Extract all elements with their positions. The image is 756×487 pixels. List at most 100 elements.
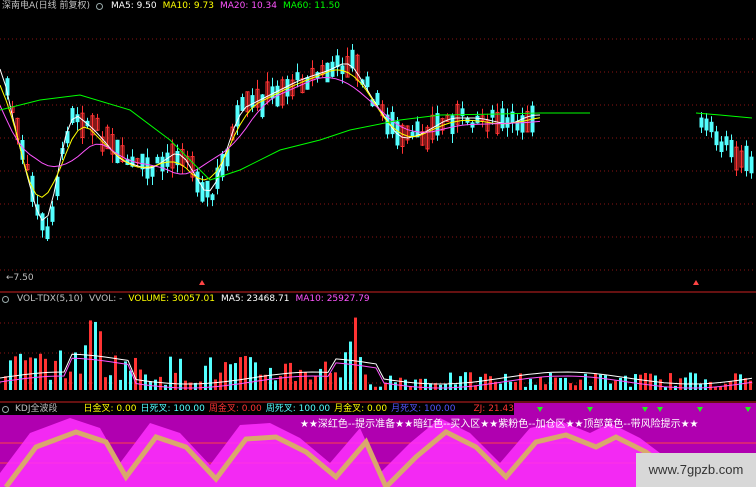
kdj-annotation: ★★深红色--提示准备★★暗红色--买入区★★紫粉色--加仓区★★顶部黄色--带…: [300, 419, 699, 430]
kdj-item-month-golden: 月金叉: 0.00: [334, 404, 388, 414]
volume-chart-pane[interactable]: VOL-TDX(5,10) VVOL: - VOLUME: 30057.01 M…: [0, 293, 756, 403]
volume-bar: [649, 373, 652, 390]
volume-bar: [404, 379, 407, 390]
vol-title: VOL-TDX(5,10): [17, 294, 84, 304]
volume-bar: [219, 372, 222, 390]
price-title: 深南电A(日线 前复权): [2, 1, 91, 11]
vol-ma5-value: MA5: 23468.71: [220, 294, 290, 304]
volume-bar: [574, 385, 577, 390]
volume-bar: [4, 376, 7, 390]
price-candle: [714, 131, 719, 146]
volume-bar: [634, 374, 637, 390]
volume-bar: [109, 375, 112, 390]
volume-bar: [59, 350, 62, 390]
volume-bar: [244, 355, 247, 390]
price-chart[interactable]: [0, 0, 756, 293]
price-candle: [295, 72, 300, 81]
price-candle: [724, 136, 729, 146]
volume-bar: [364, 374, 367, 390]
volume-bar: [604, 375, 607, 390]
indicator-toggle-icon[interactable]: [2, 296, 9, 303]
volume-bar: [414, 379, 417, 390]
price-candle: [699, 117, 704, 128]
indicator-toggle-icon[interactable]: [2, 405, 9, 413]
vol-ma5-line: [0, 353, 753, 385]
ma20-value: MA20: 10.34: [219, 1, 277, 11]
volume-chart[interactable]: [0, 293, 756, 403]
volume-bar: [739, 374, 742, 390]
volume-bar: [354, 317, 357, 390]
price-candle: [40, 213, 45, 231]
price-header: 深南电A(日线 前复权) MA5: 9.50 MA10: 9.73 MA20: …: [0, 0, 340, 13]
volume-bar: [399, 377, 402, 390]
price-candle: [75, 114, 80, 123]
volume-bar: [534, 384, 537, 390]
price-candle: [500, 108, 505, 129]
volume-bar: [579, 379, 582, 390]
volume-bar: [169, 356, 172, 390]
volume-bar: [184, 380, 187, 390]
volume-value: VOLUME: 30057.01: [128, 294, 215, 304]
volume-bar: [44, 358, 47, 390]
volume-bar: [619, 377, 622, 390]
volume-bar: [329, 372, 332, 390]
volume-bar: [124, 361, 127, 390]
volume-bar: [419, 378, 422, 390]
volume-bar: [499, 383, 502, 390]
volume-bar: [39, 353, 42, 390]
indicator-toggle-icon[interactable]: [96, 3, 104, 10]
volume-bar: [394, 382, 397, 390]
volume-bar: [629, 386, 632, 390]
volume-bar: [204, 365, 207, 390]
price-candle: [340, 65, 345, 75]
price-candle: [709, 121, 714, 133]
volume-bar: [509, 381, 512, 390]
price-candle: [50, 206, 55, 222]
price-candle: [749, 156, 754, 174]
ma60-value: MA60: 11.50: [283, 1, 341, 11]
kdj-item-zj: ZJ: 21.43: [473, 404, 514, 414]
price-candle: [240, 97, 245, 111]
volume-bar: [734, 373, 737, 390]
volume-bar: [249, 357, 252, 390]
volume-bar: [569, 383, 572, 390]
volume-bar: [119, 379, 122, 390]
volume-bar: [444, 383, 447, 390]
event-marker-icon: [693, 280, 699, 285]
price-candle: [375, 92, 380, 106]
volume-bar: [379, 386, 382, 390]
volume-bar: [544, 384, 547, 390]
volume-bar: [84, 345, 87, 390]
volume-bar: [49, 379, 52, 390]
price-candle: [45, 226, 50, 240]
volume-bar: [469, 372, 472, 390]
volume-bar: [559, 377, 562, 390]
vol-ma10-value: MA10: 25927.79: [295, 294, 370, 304]
volume-bar: [199, 381, 202, 390]
volume-bar: [514, 382, 517, 390]
volume-bar: [154, 379, 157, 390]
price-candle: [195, 171, 200, 193]
volume-bar: [689, 372, 692, 390]
volume-bar: [209, 357, 212, 390]
watermark: www.7gpzb.com: [636, 453, 756, 487]
kdj-item-day-golden: 日金叉: 0.00: [83, 404, 137, 414]
volume-bar: [479, 376, 482, 390]
volume-bar: [614, 380, 617, 390]
volume-bar: [134, 357, 137, 390]
volume-bar: [374, 386, 377, 390]
volume-bar: [644, 372, 647, 390]
volume-bar: [239, 357, 242, 390]
volume-bar: [489, 376, 492, 390]
price-candle: [115, 139, 120, 164]
volume-bar: [524, 386, 527, 390]
price-candle: [350, 49, 355, 69]
volume-bar: [349, 341, 352, 390]
ma10-value: MA10: 9.73: [162, 1, 214, 11]
price-chart-pane[interactable]: 深南电A(日线 前复权) MA5: 9.50 MA10: 9.73 MA20: …: [0, 0, 756, 293]
volume-bar: [339, 377, 342, 390]
kdj-item-week-dead: 周死叉: 100.00: [265, 404, 331, 414]
volume-bar: [304, 372, 307, 390]
price-candle: [729, 139, 734, 158]
price-candle: [744, 145, 749, 172]
